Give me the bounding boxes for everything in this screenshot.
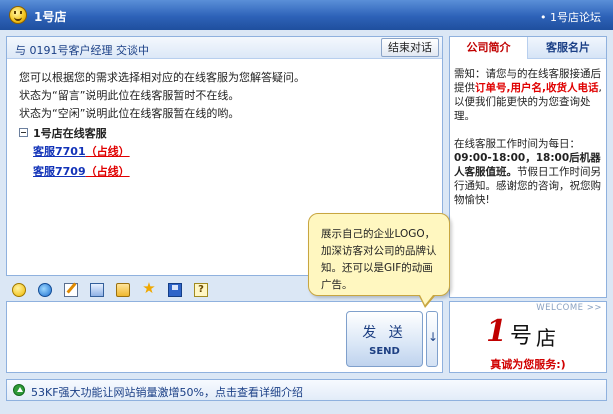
hours-paragraph: 在线客服工作时间为每日： 09:00-18:00，18:00后机器人客服值班。节… [454, 138, 601, 206]
chat-line: 状态为“留言”说明此位在线客服暂时不在线。 [19, 89, 240, 102]
smiley-logo-icon [9, 6, 27, 24]
chat-header-text: 与 0191号客户经理 交谈中 [15, 44, 149, 57]
tooltip-text: 展示自己的企业LOGO，加深访客对公司的品牌认知。还可以是GIF的动画广告。 [321, 228, 437, 291]
screenshot-icon[interactable] [90, 283, 104, 297]
yhd-logo: 1 号 店 [486, 314, 556, 350]
chat-line: 状态为“空闲”说明此位在线客服暂在线的哟。 [19, 107, 240, 120]
agent-name[interactable]: 客服7709 [33, 165, 86, 178]
upgrade-icon [13, 384, 25, 396]
arrow-down-icon: ↓ [428, 330, 439, 344]
forum-link[interactable]: • 1号店论坛 [540, 9, 601, 25]
tab-company-intro[interactable]: 公司简介 [450, 37, 528, 59]
info-tabs: 公司简介 客服名片 [450, 37, 606, 59]
ad-slogan: 真诚为您服务:) [490, 358, 566, 371]
emoticon-icon[interactable] [12, 283, 26, 297]
agent-tree-root[interactable]: 1号店在线客服 [19, 125, 434, 143]
agent-item[interactable]: 客服7709（占线） [19, 163, 434, 183]
welcome-label: WELCOME >> [536, 303, 602, 313]
chat-messages: 您可以根据您的需求选择相对应的在线客服为您解答疑问。 状态为“留言”说明此位在线… [19, 69, 434, 183]
collapse-icon[interactable] [19, 128, 28, 137]
agent-tree: 1号店在线客服 客服7701（占线） 客服7709（占线） [19, 125, 434, 183]
agent-status: （占线） [85, 165, 130, 178]
footer-bar[interactable]: 53KF强大功能让网站销量激增50%，点击查看详细介绍 [6, 379, 607, 401]
agent-name[interactable]: 客服7701 [33, 145, 86, 158]
send-label-en: SEND [369, 346, 400, 357]
folder-icon[interactable] [116, 283, 130, 297]
agent-status: （占线） [85, 145, 130, 158]
agent-item[interactable]: 客服7701（占线） [19, 143, 434, 163]
footer-link[interactable]: 53KF强大功能让网站销量激增50%，点击查看详细介绍 [31, 384, 303, 400]
save-icon[interactable] [168, 283, 182, 297]
chat-header: 与 0191号客户经理 交谈中 结束对话 [7, 37, 442, 59]
end-chat-button[interactable]: 结束对话 [381, 38, 439, 57]
logo-tooltip: 展示自己的企业LOGO，加深访客对公司的品牌认知。还可以是GIF的动画广告。 [308, 213, 450, 308]
welcome-ad[interactable]: WELCOME >> 1 号 店 真诚为您服务:) [449, 301, 607, 373]
tab-agent-card[interactable]: 客服名片 [530, 37, 606, 59]
edit-icon[interactable] [64, 283, 78, 297]
send-label-cn: 发 送 [362, 325, 407, 341]
info-panel: 公司简介 客服名片 需知：请您与的在线客服接通后提供订单号,用户名,收货人电话,… [449, 36, 607, 298]
company-intro-text: 需知：请您与的在线客服接通后提供订单号,用户名,收货人电话,以便我们能更快的为您… [454, 67, 602, 207]
send-options-button[interactable]: ↓ [426, 311, 438, 367]
star-icon[interactable]: ★ [142, 281, 156, 296]
chat-line: 您可以根据您的需求选择相对应的在线客服为您解答疑问。 [19, 71, 305, 84]
window-title: 1号店 [34, 10, 67, 24]
tooltip-tail [419, 295, 435, 308]
ie-icon[interactable] [38, 283, 52, 297]
send-button[interactable]: 发 送 SEND [346, 311, 423, 367]
title-bar: 1号店 • 1号店论坛 [0, 0, 613, 30]
help-icon[interactable]: ? [194, 283, 208, 297]
notice-paragraph: 需知：请您与的在线客服接通后提供订单号,用户名,收货人电话,以便我们能更快的为您… [454, 68, 602, 122]
agent-tree-root-label: 1号店在线客服 [33, 127, 107, 140]
